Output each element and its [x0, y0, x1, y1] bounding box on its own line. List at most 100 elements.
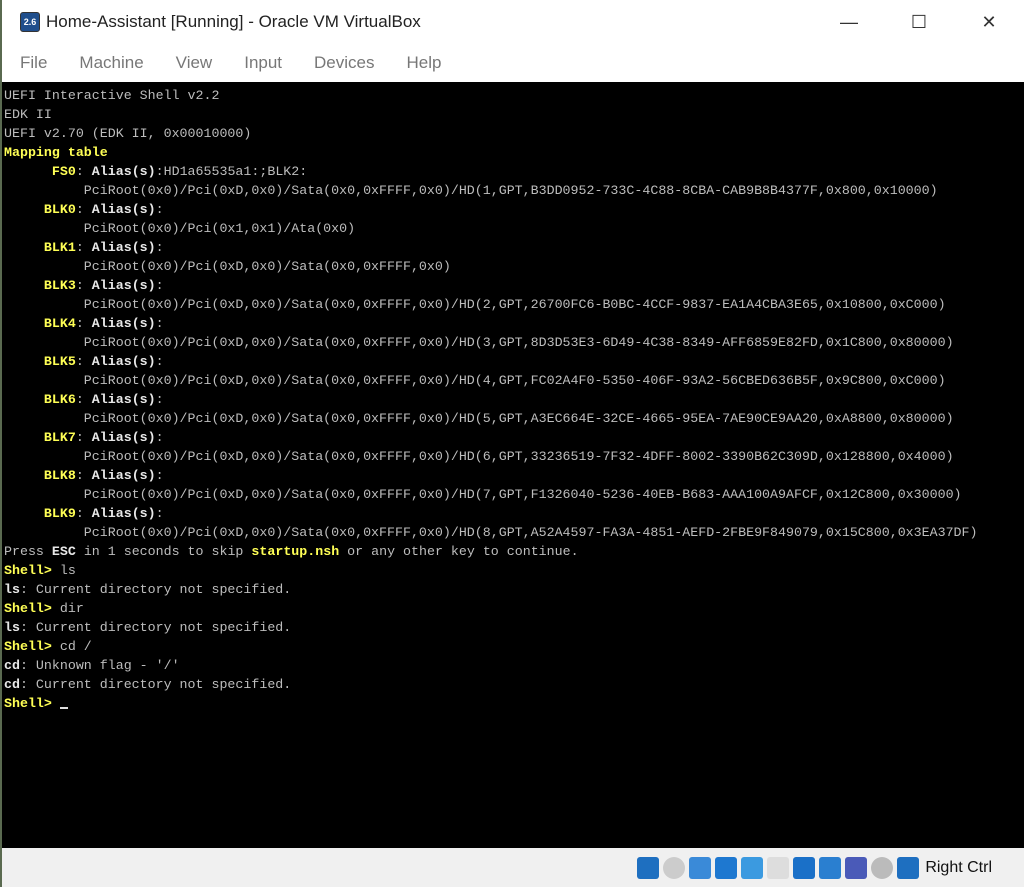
menu-file[interactable]: File: [20, 53, 47, 73]
console-text: BLK1: [4, 240, 76, 255]
menu-view[interactable]: View: [176, 53, 213, 73]
console-line: PciRoot(0x0)/Pci(0xD,0x0)/Sata(0x0,0xFFF…: [4, 295, 1024, 314]
console-line: BLK8: Alias(s):: [4, 466, 1024, 485]
console-text: UEFI Interactive Shell v2.2: [4, 88, 220, 103]
console-line: PciRoot(0x0)/Pci(0xD,0x0)/Sata(0x0,0xFFF…: [4, 447, 1024, 466]
console-text: BLK4: [4, 316, 76, 331]
console-text: PciRoot(0x0)/Pci(0xD,0x0)/Sata(0x0,0xFFF…: [4, 487, 962, 502]
console-text: UEFI v2.70 (EDK II, 0x00010000): [4, 126, 252, 141]
console-text: or any other key to continue.: [339, 544, 579, 559]
console-text: :: [75, 240, 92, 255]
console-line: PciRoot(0x0)/Pci(0xD,0x0)/Sata(0x0,0xFFF…: [4, 485, 1024, 504]
console-text: cd: [4, 658, 20, 673]
console-text: :: [75, 202, 92, 217]
console-line: UEFI Interactive Shell v2.2: [4, 86, 1024, 105]
console-text: Alias(s): [91, 316, 156, 331]
console-text: :: [75, 164, 92, 179]
console-text: PciRoot(0x0)/Pci(0xD,0x0)/Sata(0x0,0xFFF…: [4, 373, 946, 388]
close-button[interactable]: ✕: [954, 0, 1024, 44]
console-line: PciRoot(0x0)/Pci(0xD,0x0)/Sata(0x0,0xFFF…: [4, 371, 1024, 390]
text-cursor: [59, 707, 68, 709]
console-text: ls: [4, 620, 20, 635]
console-text: PciRoot(0x0)/Pci(0xD,0x0)/Sata(0x0,0xFFF…: [4, 525, 978, 540]
console-text: :: [155, 202, 164, 217]
console-line: EDK II: [4, 105, 1024, 124]
console-text: : Current directory not specified.: [19, 582, 292, 597]
console-line: PciRoot(0x0)/Pci(0xD,0x0)/Sata(0x0,0xFFF…: [4, 523, 1024, 542]
console-line: UEFI v2.70 (EDK II, 0x00010000): [4, 124, 1024, 143]
console-text: :: [155, 354, 164, 369]
console-text: Alias(s): [91, 354, 156, 369]
shared-folders-icon[interactable]: [767, 856, 790, 879]
console-line: Shell>: [4, 694, 1024, 713]
console-text: PciRoot(0x0)/Pci(0xD,0x0)/Sata(0x0,0xFFF…: [4, 449, 954, 464]
console-text: startup.nsh: [251, 544, 340, 559]
console-text: :: [75, 392, 92, 407]
status-bar: Right Ctrl: [2, 848, 1024, 887]
console-text: : Unknown flag - '/': [19, 658, 180, 673]
console-text: Alias(s): [91, 506, 156, 521]
console-line: BLK5: Alias(s):: [4, 352, 1024, 371]
usb-icon[interactable]: [741, 856, 764, 879]
console-text: Mapping table: [4, 145, 108, 160]
console-text: EDK II: [4, 107, 52, 122]
display-icon[interactable]: [793, 856, 816, 879]
audio-icon[interactable]: [689, 856, 712, 879]
console-line: ls: Current directory not specified.: [4, 580, 1024, 599]
console-line: BLK7: Alias(s):: [4, 428, 1024, 447]
console-text: Alias(s): [91, 202, 156, 217]
console-text: ESC: [51, 544, 76, 559]
window-title: Home-Assistant [Running] - Oracle VM Vir…: [46, 12, 421, 31]
console-line: Shell> cd /: [4, 637, 1024, 656]
hard-disk-icon[interactable]: [637, 856, 660, 879]
console-text: ls: [59, 563, 76, 578]
title-bar: 2.6 Home-Assistant [Running] - Oracle VM…: [2, 0, 1024, 44]
console-text: Alias(s): [91, 468, 156, 483]
console-text: BLK0: [4, 202, 76, 217]
console-line: BLK3: Alias(s):: [4, 276, 1024, 295]
console-text: Press: [4, 544, 52, 559]
console-text: Shell>: [4, 696, 60, 711]
console-text: cd: [4, 677, 20, 692]
optical-drive-icon[interactable]: [663, 856, 686, 879]
console-text: Shell>: [4, 563, 60, 578]
console-text: PciRoot(0x0)/Pci(0xD,0x0)/Sata(0x0,0xFFF…: [4, 183, 938, 198]
console-text: :: [155, 240, 164, 255]
console-text: PciRoot(0x0)/Pci(0x1,0x1)/Ata(0x0): [4, 221, 356, 236]
console-text: :: [75, 316, 92, 331]
menu-help[interactable]: Help: [407, 53, 442, 73]
console-text: BLK6: [4, 392, 76, 407]
virtualization-icon[interactable]: [845, 856, 868, 879]
console-text: Alias(s): [91, 278, 156, 293]
maximize-button[interactable]: ☐: [884, 0, 954, 44]
console-line: BLK0: Alias(s):: [4, 200, 1024, 219]
minimize-button[interactable]: —: [814, 0, 884, 44]
console-text: FS0: [4, 164, 76, 179]
host-key-icon[interactable]: [897, 856, 920, 879]
console-line: ls: Current directory not specified.: [4, 618, 1024, 637]
console-text: :: [155, 468, 164, 483]
console-line: FS0: Alias(s):HD1a65535a1:;BLK2:: [4, 162, 1024, 181]
console-text: Alias(s): [91, 164, 156, 179]
menu-input[interactable]: Input: [244, 53, 282, 73]
menu-devices[interactable]: Devices: [314, 53, 374, 73]
console-text: Alias(s): [91, 392, 156, 407]
console-text: :: [155, 316, 164, 331]
console-text: Alias(s): [91, 240, 156, 255]
console-line: Shell> dir: [4, 599, 1024, 618]
console-text: : Current directory not specified.: [19, 677, 292, 692]
mouse-integration-icon[interactable]: [871, 856, 894, 879]
console-line: Shell> ls: [4, 561, 1024, 580]
virtualbox-window: 2.6 Home-Assistant [Running] - Oracle VM…: [2, 0, 1024, 887]
vm-console[interactable]: UEFI Interactive Shell v2.2 EDK II UEFI v2…: [2, 82, 1024, 848]
menu-machine[interactable]: Machine: [79, 53, 143, 73]
video-capture-icon[interactable]: [819, 856, 842, 879]
console-text: Alias(s): [91, 430, 156, 445]
console-line: BLK9: Alias(s):: [4, 504, 1024, 523]
console-text: Shell>: [4, 639, 60, 654]
network-icon[interactable]: [715, 856, 738, 879]
console-text: ls: [4, 582, 20, 597]
console-text: BLK7: [4, 430, 76, 445]
console-text: :: [75, 506, 92, 521]
console-text: :HD1a65535a1:;BLK2:: [155, 164, 308, 179]
